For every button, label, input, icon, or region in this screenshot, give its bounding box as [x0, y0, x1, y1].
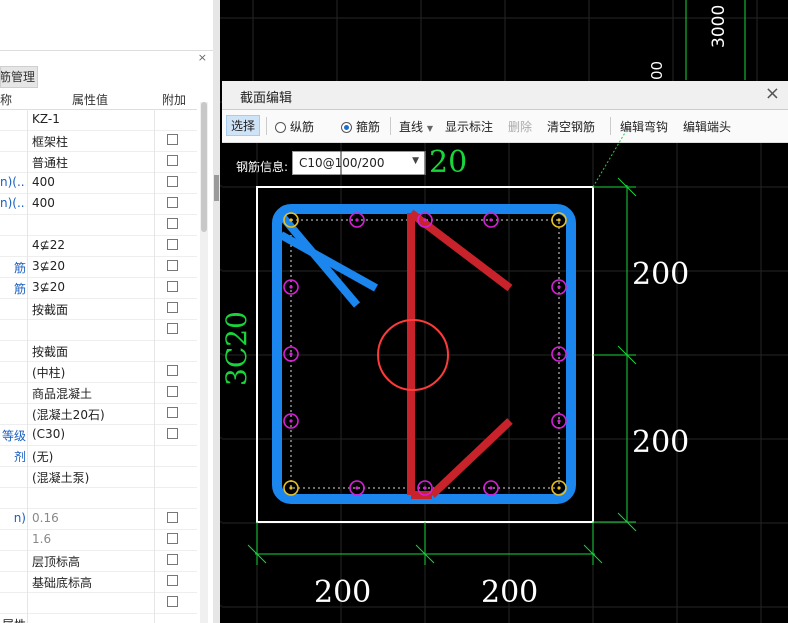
- dialog-close-icon[interactable]: ×: [765, 83, 780, 104]
- annotation-20: 20: [429, 145, 468, 180]
- corner-rebar[interactable]: [551, 212, 567, 228]
- stirrup-hook: [277, 212, 361, 308]
- dimension-lines: [247, 130, 637, 565]
- rebar-center-dot: [423, 218, 427, 222]
- rebar-center-dot: [557, 285, 561, 289]
- edit-end-button[interactable]: 编辑端头: [683, 118, 731, 135]
- dim-right-bottom: 200: [632, 425, 689, 460]
- edit-bend-button[interactable]: 编辑弯钩: [620, 118, 668, 135]
- stirrup-radio[interactable]: 箍筋: [341, 118, 380, 135]
- toolbar-separator: [266, 117, 267, 135]
- toolbar-separator: [390, 117, 391, 135]
- rebar-center-dot: [557, 419, 561, 423]
- line-label: 直线: [399, 120, 424, 134]
- tie-hook: [408, 209, 513, 292]
- dialog-toolbar: 选择 纵筋 箍筋 直线 ▼ 显示标注 删除 清空钢筋 编辑弯钩 编辑端头: [222, 110, 788, 143]
- section-outline: [256, 186, 594, 523]
- side-rebar[interactable]: [417, 212, 433, 228]
- radio-checked-icon: [341, 122, 352, 133]
- rebar-center-dot: [289, 419, 293, 423]
- side-rebar[interactable]: [283, 413, 299, 429]
- stirrup-hook: [279, 231, 378, 292]
- dialog-titlebar[interactable]: 截面编辑 ×: [222, 81, 788, 110]
- corner-rebar[interactable]: [551, 480, 567, 496]
- show-annotation-button[interactable]: 显示标注: [445, 118, 493, 135]
- rebar-center-dot: [289, 285, 293, 289]
- side-rebar[interactable]: [417, 480, 433, 496]
- rebar-center-dot: [289, 218, 293, 222]
- line-dropdown[interactable]: 直线 ▼: [399, 118, 433, 135]
- rebar-center-dot: [355, 218, 359, 222]
- delete-button[interactable]: 删除: [508, 118, 532, 135]
- dialog-grid: [222, 143, 788, 623]
- corner-rebar[interactable]: [283, 480, 299, 496]
- rebar-info-select[interactable]: C10@100/200 ▼: [292, 151, 426, 175]
- side-rebar[interactable]: [283, 279, 299, 295]
- dim-bottom-left: 200: [314, 575, 371, 610]
- radio-icon: [275, 122, 286, 133]
- clear-rebar-button[interactable]: 清空钢筋: [547, 118, 595, 135]
- rebar-points: [283, 212, 567, 496]
- side-rebar[interactable]: [349, 212, 365, 228]
- side-rebar-label: 3C20: [222, 311, 253, 386]
- rebar-center-dot: [489, 486, 493, 490]
- side-rebar[interactable]: [483, 480, 499, 496]
- rebar-center-dot: [489, 218, 493, 222]
- side-rebar[interactable]: [283, 346, 299, 362]
- side-rebar[interactable]: [551, 279, 567, 295]
- longitudinal-label: 纵筋: [290, 120, 315, 134]
- bg-dim-partial: 00: [648, 61, 666, 80]
- center-circle: [377, 319, 449, 391]
- corner-rebar[interactable]: [283, 212, 299, 228]
- rebar-info-label: 钢筋信息:: [236, 160, 289, 174]
- side-rebar[interactable]: [551, 413, 567, 429]
- rebar-info-value: C10@100/200: [299, 156, 385, 170]
- rebar-center-dot: [289, 486, 293, 490]
- outer-stirrup: [272, 204, 576, 504]
- side-rebar[interactable]: [551, 346, 567, 362]
- rebar-center-dot: [355, 486, 359, 490]
- chevron-down-icon: ▼: [412, 156, 419, 166]
- dim-bottom-right: 200: [481, 575, 538, 610]
- section-edit-dialog: 截面编辑 × 选择 纵筋 箍筋 直线 ▼ 显示标注 删除 清空钢筋 编辑弯钩 编…: [222, 81, 788, 623]
- side-rebar[interactable]: [483, 212, 499, 228]
- dialog-title: 截面编辑: [240, 91, 293, 106]
- dim-right-top: 200: [632, 257, 689, 292]
- longitudinal-radio[interactable]: 纵筋: [275, 118, 314, 135]
- stirrup-label: 箍筋: [356, 120, 381, 134]
- rebar-center-dot: [557, 218, 561, 222]
- toolbar-separator: [610, 117, 611, 135]
- rebar-center-dot: [289, 352, 293, 356]
- select-button[interactable]: 选择: [226, 115, 261, 136]
- rebar-center-dot: [557, 352, 561, 356]
- side-rebar[interactable]: [349, 480, 365, 496]
- tie-hook: [429, 418, 513, 498]
- chevron-down-icon: ▼: [426, 124, 433, 133]
- cover-guide: [290, 219, 560, 489]
- rebar-center-dot: [557, 486, 561, 490]
- rebar-center-dot: [423, 486, 427, 490]
- bg-dim-3000: 3000: [709, 5, 729, 48]
